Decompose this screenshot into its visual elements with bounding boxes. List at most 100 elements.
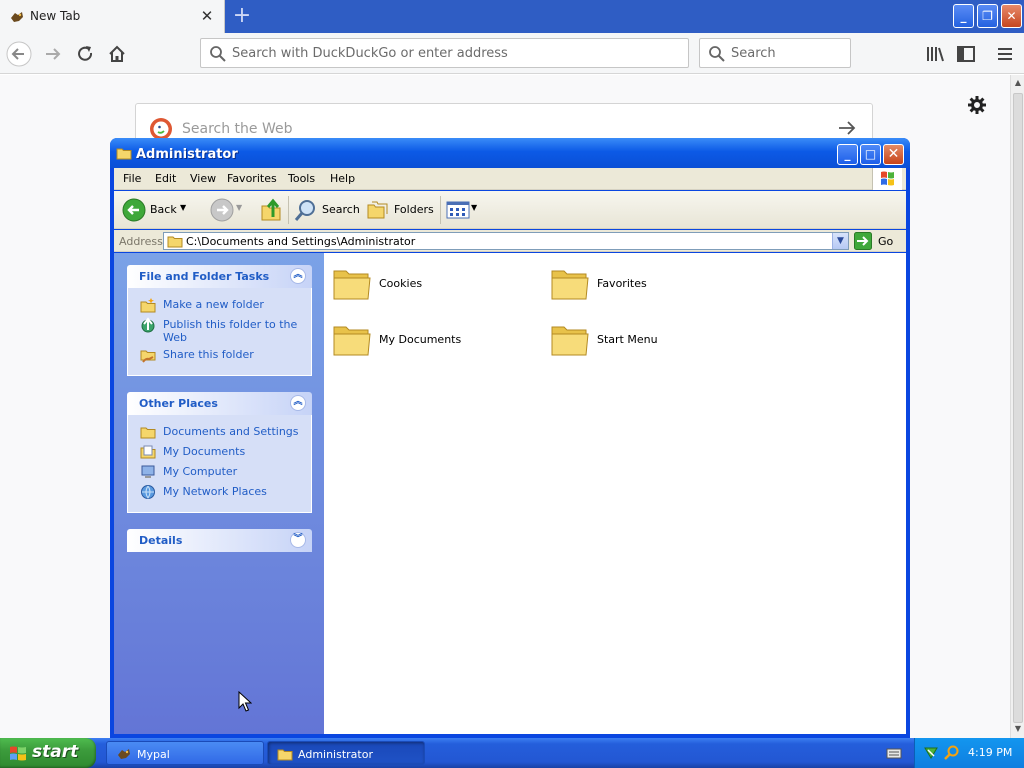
panel-header[interactable]: Details ︾ bbox=[127, 529, 312, 552]
folder-item[interactable]: Favorites bbox=[550, 263, 750, 307]
forward-arrow-icon[interactable] bbox=[40, 41, 66, 67]
new-tab-icon[interactable]: + bbox=[231, 3, 253, 29]
sidebar-icon[interactable] bbox=[953, 41, 979, 67]
close-tab-icon[interactable]: ✕ bbox=[198, 7, 216, 25]
address-bar: Address C:\Documents and Settings\Admini… bbox=[114, 230, 906, 252]
taskbar-button-label: Administrator bbox=[298, 748, 373, 761]
browser-nav-bar: Search with DuckDuckGo or enter address … bbox=[0, 33, 1024, 74]
restore-icon[interactable]: ❐ bbox=[977, 4, 998, 28]
start-button[interactable]: start bbox=[0, 738, 96, 768]
home-icon[interactable] bbox=[104, 41, 130, 67]
address-value: C:\Documents and Settings\Administrator bbox=[186, 235, 416, 248]
chevron-down-icon[interactable]: ▼ bbox=[180, 203, 186, 212]
taskbar-button-administrator[interactable]: Administrator bbox=[267, 741, 425, 765]
menu-favorites[interactable]: Favorites bbox=[227, 172, 277, 185]
folder-content-view: Cookies Favorites My Documents Start Men… bbox=[324, 253, 906, 734]
menu-tools[interactable]: Tools bbox=[288, 172, 315, 185]
my-computer-icon bbox=[141, 465, 155, 478]
windows-flag-icon bbox=[10, 746, 26, 761]
back-label: Back bbox=[150, 203, 177, 216]
arrow-right-icon[interactable] bbox=[836, 117, 858, 139]
search-icon[interactable] bbox=[943, 745, 959, 761]
minimize-icon[interactable]: _ bbox=[837, 144, 858, 165]
back-arrow-icon[interactable] bbox=[6, 41, 32, 67]
standard-toolbar: Back ▼ ▼ Search Folders ▼ bbox=[114, 191, 906, 229]
collapse-chevron-icon[interactable]: ︽ bbox=[290, 268, 306, 284]
views-button[interactable]: ▼ bbox=[446, 197, 482, 223]
folder-icon bbox=[551, 326, 589, 356]
panel-title: File and Folder Tasks bbox=[139, 270, 270, 283]
folder-item[interactable]: My Documents bbox=[332, 319, 532, 363]
folder-item[interactable]: Cookies bbox=[332, 263, 532, 307]
folder-item[interactable]: Start Menu bbox=[550, 319, 750, 363]
search-icon bbox=[210, 46, 226, 62]
menu-file[interactable]: File bbox=[123, 172, 141, 185]
task-pane: File and Folder Tasks ︽ Make a new folde… bbox=[114, 253, 324, 734]
hamburger-menu-icon[interactable] bbox=[992, 41, 1018, 67]
search-box-placeholder: Search bbox=[731, 46, 776, 61]
network-status-icon[interactable] bbox=[923, 745, 939, 761]
folder-label: Cookies bbox=[379, 277, 423, 290]
folder-icon bbox=[277, 749, 293, 761]
menu-help[interactable]: Help bbox=[330, 172, 355, 185]
address-dropdown-icon[interactable]: ▼ bbox=[832, 233, 848, 249]
close-window-icon[interactable]: ✕ bbox=[1001, 4, 1022, 28]
menu-view[interactable]: View bbox=[190, 172, 216, 185]
scroll-down-icon[interactable]: ▼ bbox=[1013, 723, 1023, 735]
task-label: Publish this folder to the Web bbox=[163, 318, 298, 344]
folder-icon bbox=[551, 270, 589, 300]
search-icon bbox=[709, 46, 725, 62]
browser-tab-strip: New Tab ✕ + _ ❐ ✕ bbox=[0, 0, 1024, 33]
library-icon[interactable] bbox=[922, 41, 948, 67]
taskbar-button-label: Mypal bbox=[137, 748, 170, 761]
minimize-icon[interactable]: _ bbox=[953, 4, 974, 28]
taskbar-button-mypal[interactable]: Mypal bbox=[106, 741, 264, 765]
folders-label: Folders bbox=[394, 203, 434, 216]
scrollbar-thumb[interactable] bbox=[1013, 93, 1023, 723]
url-bar[interactable]: Search with DuckDuckGo or enter address bbox=[200, 38, 689, 68]
web-search-placeholder: Search the Web bbox=[182, 121, 293, 137]
folder-icon bbox=[116, 148, 132, 160]
back-arrow-icon bbox=[122, 198, 146, 222]
folders-icon bbox=[367, 201, 388, 219]
chevron-down-icon: ▼ bbox=[236, 203, 243, 212]
place-label: My Documents bbox=[163, 445, 246, 458]
gear-icon[interactable] bbox=[966, 94, 988, 116]
scroll-up-icon[interactable]: ▲ bbox=[1013, 77, 1023, 89]
folders-button[interactable]: Folders bbox=[366, 197, 436, 223]
go-button[interactable]: Go bbox=[854, 232, 902, 250]
browser-search-box[interactable]: Search bbox=[699, 38, 851, 68]
explorer-title-bar[interactable]: Administrator _ □ ✕ bbox=[110, 138, 910, 168]
place-label: My Network Places bbox=[163, 485, 267, 498]
close-window-icon[interactable]: ✕ bbox=[883, 144, 904, 165]
browser-vertical-scrollbar[interactable]: ▲ ▼ bbox=[1010, 75, 1024, 738]
new-folder-icon bbox=[140, 298, 156, 313]
forward-button[interactable]: ▼ bbox=[204, 197, 244, 223]
toolbar-separator bbox=[288, 196, 289, 224]
chevron-down-icon[interactable]: ▼ bbox=[471, 203, 477, 212]
reload-icon[interactable] bbox=[72, 41, 98, 67]
place-label: Documents and Settings bbox=[163, 425, 299, 438]
folder-icon bbox=[167, 236, 183, 248]
address-input[interactable]: C:\Documents and Settings\Administrator … bbox=[163, 232, 849, 250]
task-label: Share this folder bbox=[163, 348, 254, 361]
system-tray: 4:19 PM bbox=[914, 738, 1024, 768]
search-button[interactable]: Search bbox=[294, 197, 360, 223]
up-folder-icon[interactable] bbox=[259, 197, 283, 223]
back-button[interactable]: Back ▼ bbox=[120, 197, 188, 223]
browser-tab[interactable]: New Tab ✕ bbox=[0, 0, 225, 33]
panel-title: Details bbox=[139, 534, 183, 547]
maximize-icon[interactable]: □ bbox=[860, 144, 881, 165]
views-icon bbox=[446, 201, 470, 219]
expand-chevron-icon[interactable]: ︾ bbox=[290, 532, 306, 548]
panel-header[interactable]: File and Folder Tasks ︽ bbox=[127, 265, 312, 288]
keyboard-icon[interactable] bbox=[886, 746, 902, 760]
panel-body: Make a new folder Publish this folder to… bbox=[127, 288, 312, 376]
share-folder-icon bbox=[140, 350, 156, 363]
network-places-icon bbox=[141, 485, 155, 499]
menu-edit[interactable]: Edit bbox=[155, 172, 176, 185]
taskbar-clock: 4:19 PM bbox=[968, 746, 1013, 759]
panel-header[interactable]: Other Places ︽ bbox=[127, 392, 312, 415]
search-icon bbox=[294, 200, 315, 221]
collapse-chevron-icon[interactable]: ︽ bbox=[290, 395, 306, 411]
